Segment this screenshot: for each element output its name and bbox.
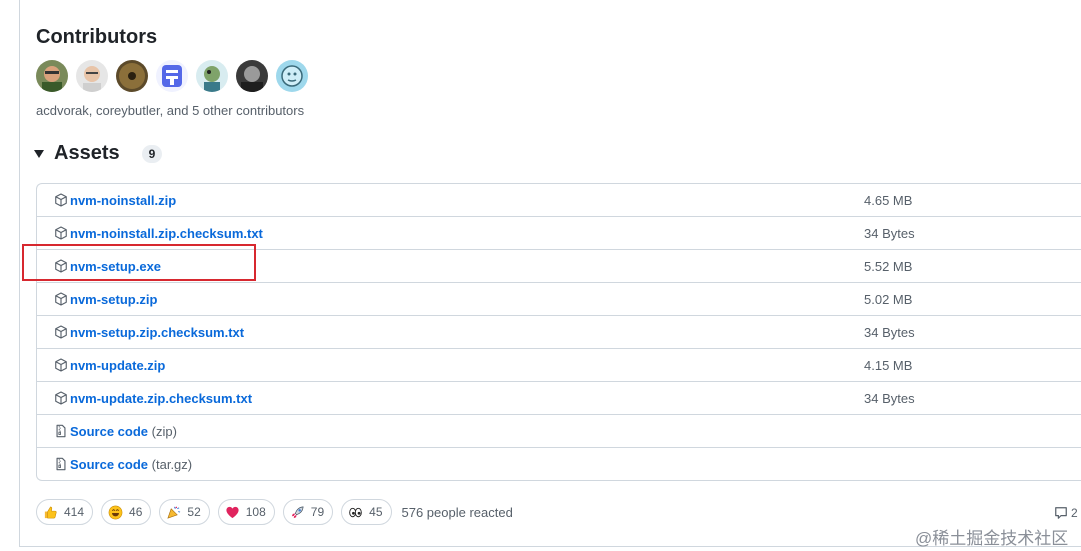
asset-link[interactable]: nvm-setup.exe: [70, 259, 161, 274]
thumbs-up-icon: [43, 505, 58, 520]
asset-row: nvm-noinstall.zip 4.65 MB: [37, 184, 1081, 216]
asset-link[interactable]: nvm-setup.zip.checksum.txt: [70, 325, 244, 340]
reactions-bar: 414 46 52 108 79 45 576 people reacted: [36, 499, 513, 525]
avatar-3[interactable]: [116, 60, 148, 92]
reaction-count: 52: [187, 505, 201, 519]
contributor-avatars: [36, 60, 308, 92]
asset-suffix: (zip): [151, 424, 177, 439]
avatar-6[interactable]: [236, 60, 268, 92]
reaction-count: 79: [310, 505, 325, 519]
asset-link[interactable]: nvm-setup.zip: [70, 292, 157, 307]
asset-size: 4.15 MB: [864, 358, 913, 373]
asset-size: 5.52 MB: [864, 259, 913, 274]
avatar-1[interactable]: [36, 60, 68, 92]
asset-size: 34 Bytes: [864, 226, 915, 241]
reactions-summary: 576 people reacted: [401, 504, 513, 520]
eyes-icon: [348, 505, 363, 520]
asset-row: Source code (tar.gz): [37, 447, 1081, 480]
asset-row: Source code (zip): [37, 414, 1081, 447]
avatar-2[interactable]: [76, 60, 108, 92]
package-icon: [54, 292, 68, 306]
package-icon: [54, 358, 68, 372]
reaction-hooray-button[interactable]: 52: [159, 499, 210, 525]
reaction-eyes-button[interactable]: 45: [341, 499, 392, 525]
comment-count[interactable]: 2: [1054, 506, 1078, 520]
reaction-laugh-button[interactable]: 46: [101, 499, 152, 525]
reaction-count: 46: [129, 505, 143, 519]
asset-name: Source code: [70, 457, 149, 472]
heart-icon: [225, 505, 240, 520]
package-icon: [54, 226, 68, 240]
assets-list: nvm-noinstall.zip 4.65 MB nvm-noinstall.zi…: [36, 183, 1081, 481]
asset-size: 34 Bytes: [864, 391, 915, 406]
reaction-heart-button[interactable]: 108: [217, 499, 275, 525]
asset-row: nvm-setup.zip.checksum.txt 34 Bytes: [37, 315, 1081, 348]
asset-link[interactable]: Source code (tar.gz): [70, 457, 192, 472]
asset-link[interactable]: nvm-update.zip: [70, 358, 165, 373]
asset-row: nvm-setup.exe 5.52 MB: [37, 249, 1081, 282]
asset-row: nvm-update.zip.checksum.txt 34 Bytes: [37, 381, 1081, 414]
package-icon: [54, 325, 68, 339]
asset-link[interactable]: nvm-noinstall.zip.checksum.txt: [70, 226, 263, 241]
file-zip-icon: [54, 457, 68, 471]
reaction-thumbs-up-button[interactable]: 414: [36, 499, 94, 525]
asset-row: nvm-update.zip 4.15 MB: [37, 348, 1081, 381]
avatar-4[interactable]: [156, 60, 188, 92]
asset-row: nvm-setup.zip 5.02 MB: [37, 282, 1081, 315]
asset-name: nvm-setup.zip.checksum.txt: [70, 325, 245, 340]
asset-link[interactable]: Source code (zip): [70, 424, 177, 439]
watermark: @稀土掘金技术社区: [915, 529, 1069, 548]
asset-suffix: (tar.gz): [151, 457, 193, 472]
asset-size: 4.65 MB: [864, 193, 913, 208]
asset-name: nvm-setup.zip: [70, 292, 158, 307]
asset-link[interactable]: nvm-update.zip.checksum.txt: [70, 391, 252, 406]
assets-count-badge: 9: [141, 144, 163, 163]
asset-name: Source code: [70, 424, 149, 439]
reaction-count: 45: [369, 505, 383, 519]
assets-title: Assets: [54, 142, 120, 164]
package-icon: [54, 391, 68, 405]
asset-link[interactable]: nvm-noinstall.zip: [70, 193, 176, 208]
comment-count-value: 2: [1071, 506, 1078, 520]
laugh-icon: [108, 505, 123, 520]
avatar-7[interactable]: [276, 60, 308, 92]
asset-size: 5.02 MB: [864, 292, 913, 307]
asset-name: nvm-noinstall.zip.checksum.txt: [70, 226, 263, 241]
comment-icon: [1055, 507, 1067, 519]
caret-down-icon: [34, 149, 44, 158]
avatar-5[interactable]: [196, 60, 228, 92]
reaction-rocket-button[interactable]: 79: [282, 499, 334, 525]
asset-name: nvm-update.zip.checksum.txt: [70, 391, 253, 406]
hooray-icon: [166, 505, 181, 520]
file-zip-icon: [54, 424, 68, 438]
reaction-count: 414: [64, 505, 85, 519]
reaction-count: 108: [245, 505, 266, 519]
package-icon: [54, 193, 68, 207]
package-icon: [54, 259, 68, 273]
contributors-title: Contributors: [36, 26, 158, 48]
assets-toggle[interactable]: Assets 9: [34, 142, 163, 165]
asset-size: 34 Bytes: [864, 325, 915, 340]
contributors-summary: acdvorak, coreybutler, and 5 other contr…: [36, 103, 305, 118]
asset-name: nvm-noinstall.zip: [70, 193, 177, 208]
asset-name: nvm-update.zip: [70, 358, 166, 373]
asset-row: nvm-noinstall.zip.checksum.txt 34 Bytes: [37, 216, 1081, 249]
rocket-icon: [290, 505, 305, 520]
asset-name: nvm-setup.exe: [70, 259, 162, 274]
